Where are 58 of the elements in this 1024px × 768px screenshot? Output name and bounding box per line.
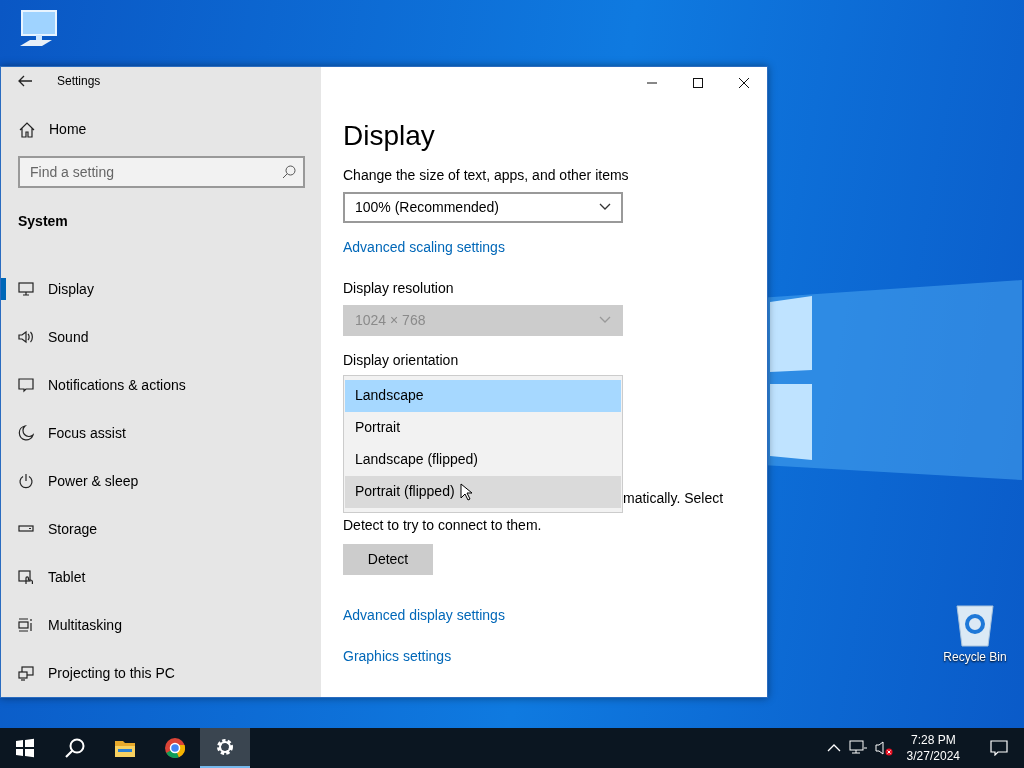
dropdown-option[interactable]: Landscape (flipped) — [345, 443, 621, 476]
speaker-icon — [18, 329, 34, 345]
clock-date: 3/27/2024 — [906, 748, 960, 765]
multitasking-icon — [18, 617, 34, 633]
sidebar-item[interactable]: Power & sleep — [1, 457, 321, 505]
browser-icon — [165, 738, 185, 758]
detect-button[interactable]: Detect — [343, 543, 433, 575]
description-text: matically. Select — [623, 488, 724, 508]
folder-icon — [115, 738, 135, 758]
maximize-icon[interactable] — [693, 78, 703, 88]
home-link[interactable]: Home — [49, 119, 87, 140]
page-title: Display — [343, 119, 435, 153]
network-icon[interactable] — [848, 740, 867, 756]
search-icon — [282, 165, 296, 179]
advanced-scaling-link[interactable]: Advanced scaling settings — [343, 236, 505, 258]
start-icon — [15, 738, 35, 758]
projector-icon — [18, 665, 34, 681]
sidebar-item[interactable]: Tablet — [1, 553, 321, 601]
moon-icon — [18, 425, 34, 441]
display-icon — [18, 281, 34, 297]
chevron-down-icon — [599, 203, 611, 212]
chevron-up-icon[interactable] — [826, 743, 841, 753]
icon-label: Recycle Bin — [943, 649, 1007, 666]
search-field[interactable]: Find a setting — [18, 156, 305, 188]
dropdown-option[interactable]: Portrait — [345, 411, 621, 444]
sidebar-item[interactable]: Display — [1, 265, 321, 313]
tablet-icon — [18, 569, 34, 585]
muted-speaker-icon[interactable] — [874, 740, 893, 756]
clock-time: 7:28 PM — [909, 731, 957, 748]
sidebar-item[interactable]: Sound — [1, 313, 321, 361]
sidebar-item[interactable]: Focus assist — [1, 409, 321, 457]
window-title: Settings — [57, 72, 101, 90]
scale-dropdown[interactable]: 100% (Recommended) — [343, 191, 623, 223]
home-icon[interactable] — [19, 121, 35, 138]
settings-link[interactable]: Graphics settings — [343, 645, 452, 667]
gear-icon — [215, 737, 235, 757]
dropdown-option[interactable]: Portrait (flipped) — [345, 475, 621, 508]
search-icon — [65, 738, 85, 758]
description-text: Detect to try to connect to them. — [343, 515, 542, 535]
sidebar-item[interactable]: Multitasking — [1, 601, 321, 649]
speech-bubble-icon — [18, 377, 34, 393]
field-label: Change the size of text, apps, and other items — [343, 165, 629, 185]
resolution-dropdown: 1024 × 768 — [343, 304, 623, 336]
close-icon[interactable] — [739, 78, 749, 88]
field-label: Display resolution — [343, 278, 454, 298]
mouse-cursor-icon — [459, 482, 472, 501]
taskbar-button[interactable] — [200, 728, 250, 768]
sidebar-item[interactable]: Projecting to this PC — [1, 649, 321, 697]
chevron-down-icon — [599, 316, 611, 325]
sidebar-item[interactable]: Notifications & actions — [1, 361, 321, 409]
power-icon — [18, 473, 34, 489]
field-label: Display orientation — [343, 350, 459, 370]
taskbar-clock[interactable]: 7:28 PM 3/27/2024 — [900, 731, 966, 765]
sidebar-item[interactable]: Storage — [1, 505, 321, 553]
section-heading: System — [17, 212, 69, 231]
settings-link[interactable]: Advanced display settings — [343, 604, 505, 626]
notification-icon[interactable] — [990, 740, 1008, 756]
dropdown-option[interactable]: Landscape — [345, 379, 621, 412]
